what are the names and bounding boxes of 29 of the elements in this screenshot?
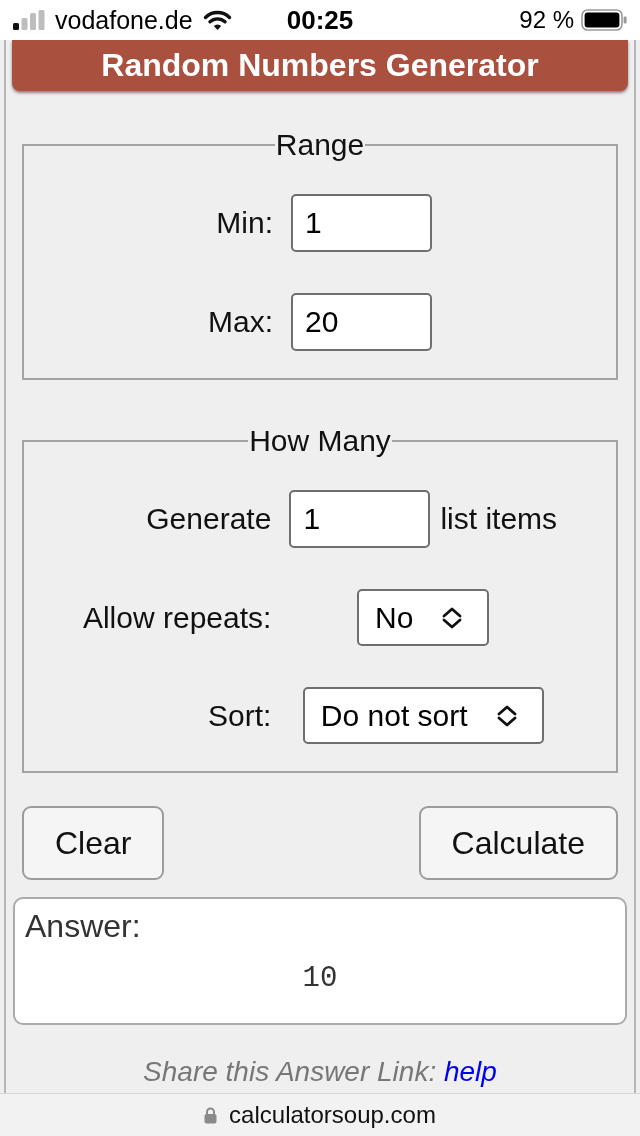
field-label: Max: — [208, 304, 273, 340]
calculate-button[interactable]: Calculate — [418, 806, 618, 880]
status-time: 00:25 — [286, 7, 354, 33]
field-label: Allow repeats: — [82, 599, 272, 636]
answer-label: Answer: — [25, 908, 141, 944]
number-input[interactable]: 20 — [291, 293, 432, 351]
battery-icon — [581, 9, 627, 31]
chevron-up-down-icon — [495, 704, 518, 727]
group-legend: Range — [274, 128, 366, 162]
site-domain: calculatorsoup.com — [229, 1100, 436, 1130]
signal-bars-icon — [13, 10, 45, 30]
answer-value: 10 — [302, 962, 338, 996]
share-link-text: Share this Answer Link: help — [143, 1056, 497, 1088]
battery-percent: 92 % — [519, 8, 574, 32]
title-bar: Random Numbers Generator — [12, 40, 628, 91]
group-legend: How Many — [248, 424, 392, 458]
number-input[interactable]: 1 — [289, 490, 431, 548]
field-label: Sort: — [208, 697, 272, 734]
help-link[interactable]: help — [443, 1056, 497, 1087]
field-label: Generate — [146, 501, 272, 537]
dropdown-select[interactable]: Do not sort — [302, 687, 544, 744]
carrier-name: vodafone.de — [55, 7, 193, 33]
wifi-icon — [202, 9, 232, 31]
unit-label: list items — [440, 501, 558, 537]
field-label: Min: — [216, 205, 273, 241]
number-input[interactable]: 1 — [291, 194, 432, 252]
clear-button[interactable]: Clear — [22, 806, 165, 880]
chevron-up-down-icon — [441, 606, 464, 629]
dropdown-select[interactable]: No — [357, 589, 490, 646]
